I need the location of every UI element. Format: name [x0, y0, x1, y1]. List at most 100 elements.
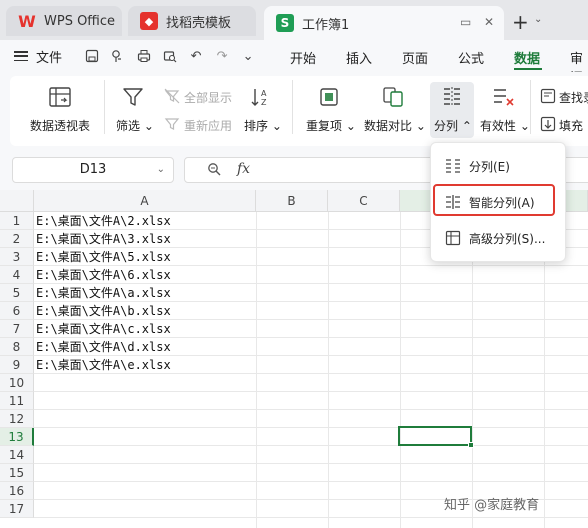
cell-a8[interactable]: E:\桌面\文件A\d.xlsx [36, 338, 171, 356]
ribbon [0, 72, 588, 150]
select-all-corner[interactable] [0, 190, 34, 212]
fill-button[interactable]: 填充 [559, 117, 583, 134]
duplicates-label: 重复项 [306, 119, 343, 133]
save-icon[interactable] [84, 48, 100, 64]
tab-label: 找稻壳模板 [166, 15, 232, 31]
menu-insert[interactable]: 插入 [346, 48, 372, 67]
row-header[interactable]: 13 [0, 428, 34, 446]
dropdown-item-split[interactable]: 分列(E) [431, 151, 567, 181]
gridline [34, 391, 588, 392]
active-cell-d13[interactable] [398, 426, 472, 446]
column-header-a[interactable]: A [34, 190, 256, 212]
row-header[interactable]: 12 [0, 410, 34, 428]
gridline [34, 409, 588, 410]
pivot-table-icon[interactable] [48, 86, 72, 111]
daoke-logo-icon: ◆ [140, 12, 158, 30]
split-icon [445, 158, 461, 174]
data-compare-button[interactable]: 数据对比 ⌄ [364, 117, 426, 134]
active-menu-underline [514, 68, 542, 70]
cell-a3[interactable]: E:\桌面\文件A\5.xlsx [36, 248, 171, 266]
row-header[interactable]: 11 [0, 392, 34, 410]
tab-daoke-templates[interactable]: ◆ 找稻壳模板 [128, 6, 256, 36]
cell-a7[interactable]: E:\桌面\文件A\c.xlsx [36, 320, 171, 338]
dropdown-item-advanced-split[interactable]: 高级分列(S)... [431, 223, 567, 253]
duplicates-button[interactable]: 重复项 ⌄ [306, 117, 356, 134]
gridline [34, 427, 588, 428]
row-header[interactable]: 6 [0, 302, 34, 320]
spreadsheet-logo-icon: S [276, 14, 294, 32]
row-header[interactable]: 8 [0, 338, 34, 356]
data-validation-button[interactable]: 有效性 ⌄ [480, 117, 530, 134]
row-header[interactable]: 10 [0, 374, 34, 392]
row-header[interactable]: 9 [0, 356, 34, 374]
row-header[interactable]: 7 [0, 320, 34, 338]
name-box[interactable]: D13 ⌄ [12, 157, 174, 183]
redo-icon[interactable]: ↷ [214, 48, 230, 64]
chevron-down-icon[interactable]: ⌄ [157, 158, 165, 182]
find-entry-button[interactable]: 查找录 [559, 89, 588, 106]
cell-a2[interactable]: E:\桌面\文件A\3.xlsx [36, 230, 171, 248]
fill-handle[interactable] [468, 442, 474, 448]
cell-a5[interactable]: E:\桌面\文件A\a.xlsx [36, 284, 171, 302]
reapply-button[interactable]: 重新应用 [184, 117, 232, 134]
print-preview-icon[interactable] [162, 48, 178, 64]
sort-label: 排序 [244, 119, 269, 133]
svg-text:A: A [261, 89, 267, 98]
duplicates-icon[interactable] [318, 86, 340, 111]
row-header[interactable]: 1 [0, 212, 34, 230]
menu-data[interactable]: 数据 [514, 48, 540, 67]
data-compare-icon[interactable] [382, 86, 404, 111]
column-header-b[interactable]: B [256, 190, 328, 212]
function-fx-icon[interactable]: fx [237, 161, 250, 177]
print-icon[interactable] [136, 48, 152, 64]
row-header[interactable]: 5 [0, 284, 34, 302]
sort-button[interactable]: 排序 ⌄ [244, 117, 282, 134]
tab-workbook[interactable]: S 工作簿1 ▭ ✕ [264, 6, 504, 40]
show-all-button[interactable]: 全部显示 [184, 89, 232, 106]
row-header[interactable]: 17 [0, 500, 34, 518]
menu-start[interactable]: 开始 [290, 48, 316, 67]
cell-a6[interactable]: E:\桌面\文件A\b.xlsx [36, 302, 171, 320]
customize-chevron-icon[interactable]: ⌄ [240, 48, 256, 64]
gridline [34, 481, 588, 482]
ribbon-separator [104, 80, 105, 134]
new-tab-icon[interactable]: + [512, 10, 529, 34]
chevron-down-icon[interactable]: ⌄ [534, 14, 542, 25]
close-tab-icon[interactable]: ✕ [484, 15, 494, 29]
row-header[interactable]: 14 [0, 446, 34, 464]
text-to-columns-label: 分列 [434, 119, 459, 133]
text-to-columns-icon[interactable] [441, 86, 463, 111]
row-header[interactable]: 2 [0, 230, 34, 248]
window-restore-icon[interactable]: ▭ [460, 15, 471, 29]
menu-file[interactable]: 文件 [36, 47, 62, 66]
fill-icon[interactable] [540, 116, 556, 135]
cell-a4[interactable]: E:\桌面\文件A\6.xlsx [36, 266, 171, 284]
dropdown-item-label: 分列(E) [469, 159, 510, 174]
row-header[interactable]: 4 [0, 266, 34, 284]
filter-icon[interactable] [122, 86, 144, 111]
sort-icon[interactable]: AZ [250, 86, 272, 111]
data-compare-label: 数据对比 [364, 119, 413, 133]
cell-a9[interactable]: E:\桌面\文件A\e.xlsx [36, 356, 171, 374]
filter-button[interactable]: 筛选 ⌄ [116, 117, 154, 134]
data-validation-icon[interactable] [492, 86, 516, 111]
zoom-search-icon[interactable] [207, 162, 221, 180]
row-header[interactable]: 15 [0, 464, 34, 482]
text-to-columns-button[interactable]: 分列 ⌃ [434, 117, 472, 134]
menu-page[interactable]: 页面 [402, 48, 428, 67]
show-all-icon [164, 88, 180, 107]
cell-a1[interactable]: E:\桌面\文件A\2.xlsx [36, 212, 171, 230]
hamburger-menu-icon[interactable] [14, 49, 28, 63]
row-header[interactable]: 3 [0, 248, 34, 266]
row-header[interactable]: 16 [0, 482, 34, 500]
undo-icon[interactable]: ↶ [188, 48, 204, 64]
gridline [34, 445, 588, 446]
column-header-c[interactable]: C [328, 190, 400, 212]
pivot-table-button[interactable]: 数据透视表 [30, 117, 90, 134]
tab-wps-office[interactable]: W WPS Office [6, 6, 122, 36]
gridline [34, 463, 588, 464]
find-entry-icon[interactable] [540, 88, 556, 107]
menu-formula[interactable]: 公式 [458, 48, 484, 67]
export-icon[interactable] [110, 48, 126, 64]
gridline [328, 212, 329, 528]
